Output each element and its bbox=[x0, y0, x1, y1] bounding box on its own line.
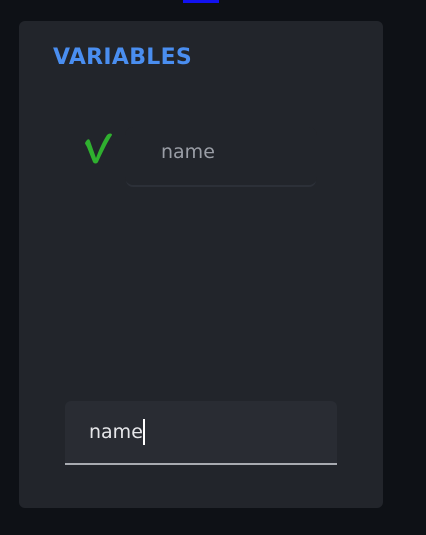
panel-title: VARIABLES bbox=[53, 45, 193, 70]
variable-name-label: name bbox=[161, 141, 215, 163]
variable-v-icon bbox=[85, 133, 112, 164]
variable-name-chip[interactable]: name bbox=[125, 127, 317, 185]
variable-name-input-field[interactable] bbox=[65, 401, 337, 465]
variable-item[interactable]: name bbox=[79, 127, 319, 189]
variables-panel: VARIABLES name bbox=[19, 21, 383, 508]
variable-name-input[interactable] bbox=[65, 401, 337, 463]
text-caret bbox=[143, 419, 145, 445]
top-focus-indicator bbox=[183, 0, 219, 3]
